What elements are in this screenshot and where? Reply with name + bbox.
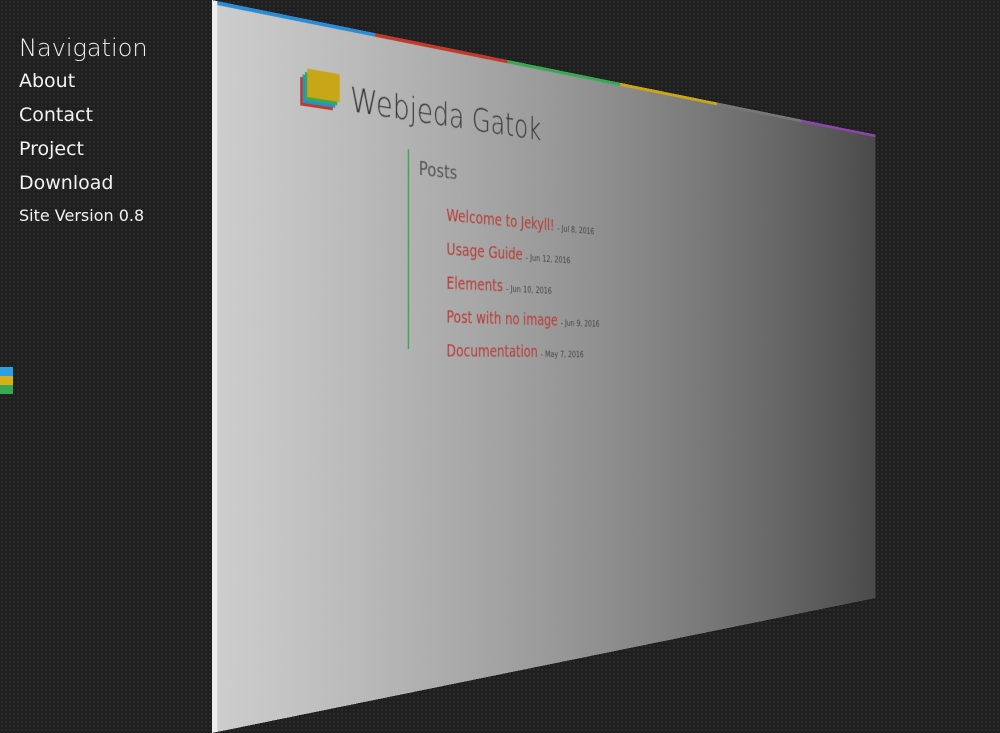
post-link[interactable]: Welcome to Jekyll! bbox=[446, 206, 554, 235]
post-item: Usage Guide - Jun 12, 2016 bbox=[446, 240, 570, 268]
site-logo-icon[interactable] bbox=[300, 67, 340, 111]
post-item: Post with no image - Jun 9, 2016 bbox=[446, 308, 599, 331]
site-title[interactable]: Webjeda Gatok bbox=[350, 79, 541, 148]
post-item: Elements - Jun 10, 2016 bbox=[446, 274, 551, 298]
post-date: - May 7, 2016 bbox=[540, 348, 584, 360]
post-link[interactable]: Usage Guide bbox=[446, 240, 522, 264]
page-preview[interactable]: Webjeda Gatok Posts Welcome to Jekyll! -… bbox=[212, 0, 876, 733]
post-link[interactable]: Documentation bbox=[446, 342, 537, 361]
post-date: - Jun 12, 2016 bbox=[525, 251, 571, 266]
post-date: - Jul 8, 2016 bbox=[557, 222, 595, 237]
post-item: Documentation - May 7, 2016 bbox=[446, 342, 583, 362]
page-3d-stage: Webjeda Gatok Posts Welcome to Jekyll! -… bbox=[0, 0, 1000, 733]
posts-section: Posts Welcome to Jekyll! - Jul 8, 2016 U… bbox=[407, 149, 600, 361]
posts-heading: Posts bbox=[418, 157, 458, 185]
post-date: - Jun 10, 2016 bbox=[506, 283, 552, 297]
post-link[interactable]: Elements bbox=[446, 274, 503, 296]
post-item: Welcome to Jekyll! - Jul 8, 2016 bbox=[446, 206, 594, 238]
post-link[interactable]: Post with no image bbox=[446, 308, 557, 330]
post-date: - Jun 9, 2016 bbox=[560, 317, 600, 330]
color-top-bar bbox=[217, 1, 876, 138]
